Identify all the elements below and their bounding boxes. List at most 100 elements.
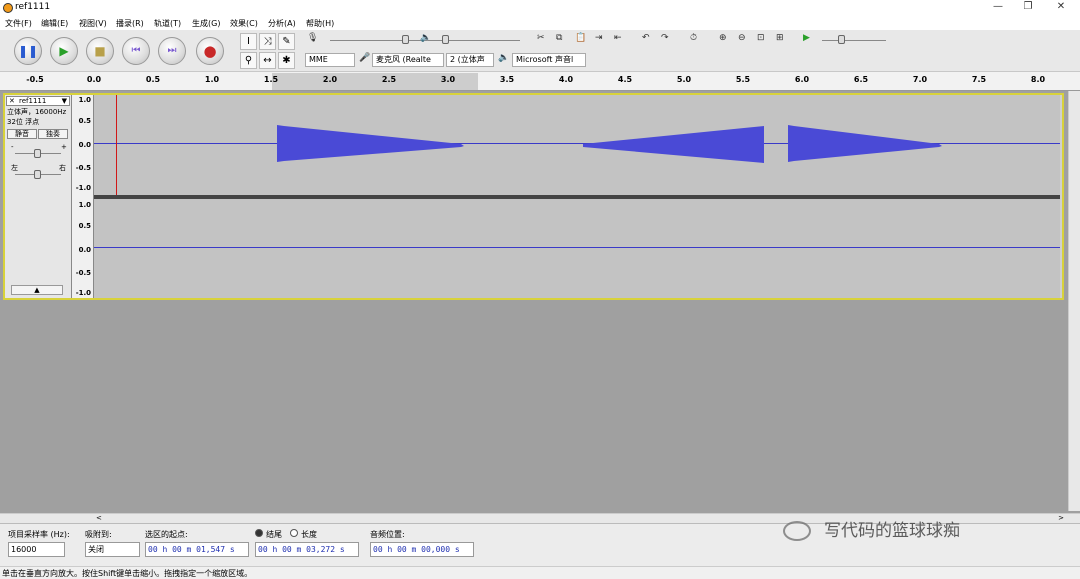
scroll-left-icon[interactable]: < [96,514,102,522]
scroll-right-icon[interactable]: > [1058,514,1064,522]
selection-tool[interactable]: I [240,33,257,50]
skip-start-icon: ⏮ [131,45,141,56]
ruler-tick: 3.5 [499,75,515,84]
vscale-tick: 0.0 [78,141,91,149]
snap-to-label: 吸附到: [85,530,112,539]
ruler-tick: 1.5 [263,75,279,84]
timeline-ruler[interactable]: -0.5 0.0 0.5 1.0 1.5 2.0 2.5 3.0 3.5 4.0… [0,72,1080,91]
menu-file[interactable]: 文件(F) [5,18,32,29]
menu-tracks[interactable]: 轨道(T) [154,18,181,29]
selection-start-field[interactable]: 00 h 00 m 01,547 s [145,542,249,557]
undo-icon[interactable]: ↶ [642,33,650,43]
vertical-scale[interactable]: 1.0 0.5 0.0 -0.5 -1.0 1.0 0.5 0.0 -0.5 -… [72,95,94,298]
playback-device-select[interactable]: Microsoft 声音l [512,53,586,67]
zoom-in-icon[interactable]: ⊕ [719,33,727,43]
project-rate-select[interactable]: 16000 [8,542,65,557]
zoom-out-icon[interactable]: ⊖ [738,33,746,43]
pause-button[interactable]: ❚❚ [14,37,42,65]
stop-button[interactable]: ■ [86,37,114,65]
silence-icon[interactable]: ⇤ [614,33,622,43]
vertical-scrollbar[interactable] [1068,91,1080,511]
draw-tool[interactable]: ✎ [278,33,295,50]
selection-start-label: 选区的起点: [145,530,188,539]
vscale-tick: -0.5 [75,164,91,172]
fit-selection-icon[interactable]: ⊡ [757,33,765,43]
ruler-tick: 6.5 [853,75,869,84]
selection-end-field[interactable]: 00 h 00 m 03,272 s [255,542,359,557]
watermark-text: 写代码的篮球球痴 [824,521,960,541]
ruler-tick: 0.5 [145,75,161,84]
speaker-meter-icon: 🔈 [420,33,432,43]
menu-transport[interactable]: 播录(R) [116,18,144,29]
menu-bar: 文件(F) 编辑(E) 视图(V) 播录(R) 轨道(T) 生成(G) 效果(C… [0,15,1080,30]
pan-knob[interactable] [34,170,41,179]
sync-lock-icon[interactable]: ⏱ [690,33,697,43]
zero-line [94,247,1060,248]
skip-to-end-button[interactable]: ⏭ [158,37,186,65]
track-close-icon[interactable]: ✕ [9,97,15,105]
mute-button[interactable]: 静音 [7,129,37,139]
paste-icon[interactable]: 📋 [575,33,586,43]
waveform-clip [583,126,764,163]
menu-generate[interactable]: 生成(G) [192,18,220,29]
track-sample-format: 32位 浮点 [7,118,40,126]
left-waveform [277,125,942,163]
pan-right-label: 右 [59,164,66,172]
copy-icon[interactable]: ⧉ [556,33,562,43]
ruler-tick: 7.5 [971,75,987,84]
fit-project-icon[interactable]: ⊞ [776,33,784,43]
recording-device-select[interactable]: 麦克风 (Realte [372,53,444,67]
ruler-tick: 4.0 [558,75,574,84]
cut-icon[interactable]: ✂ [537,33,545,43]
collapse-track-button[interactable]: ▲ [11,285,63,295]
speaker-icon: 🔈 [498,53,510,63]
menu-effect[interactable]: 效果(C) [230,18,258,29]
length-radio[interactable] [290,529,298,537]
vscale-tick: 0.5 [78,222,91,230]
track-name-menu[interactable]: ✕ ref1111 ▼ [6,96,70,106]
minimize-button[interactable]: — [990,1,1006,12]
maximize-button[interactable]: ❐ [1020,1,1036,12]
audio-position-field[interactable]: 00 h 00 m 00,000 s [370,542,474,557]
multi-tool[interactable]: ✱ [278,52,295,69]
timeshift-tool[interactable]: ↔ [259,52,276,69]
menu-analyze[interactable]: 分析(A) [268,18,296,29]
playhead-cursor [116,95,117,195]
play-speed-knob[interactable] [838,35,845,44]
snap-to-select[interactable]: 关闭 [85,542,140,557]
envelope-tool[interactable]: ⤨ [259,33,276,50]
menu-edit[interactable]: 编辑(E) [41,18,68,29]
end-radio[interactable] [255,529,263,537]
microphone-icon: 🎤 [359,53,371,63]
menu-view[interactable]: 视图(V) [79,18,107,29]
gain-knob[interactable] [34,149,41,158]
left-channel[interactable] [94,95,1060,195]
tracks-area[interactable]: ✕ ref1111 ▼ 立体声，16000Hz 32位 浮点 静音 独奏 - +… [0,91,1080,513]
gain-minus-label: - [11,143,14,151]
ruler-tick: 0.0 [86,75,102,84]
play-volume-knob[interactable] [442,35,449,44]
record-volume-knob[interactable] [402,35,409,44]
vscale-tick: 0.0 [78,246,91,254]
close-button[interactable]: ✕ [1053,1,1069,12]
ruler-tick: 7.0 [912,75,928,84]
ruler-tick: 1.0 [204,75,220,84]
zoom-tool[interactable]: ⚲ [240,52,257,69]
vscale-tick: -0.5 [75,269,91,277]
record-button[interactable]: ● [196,37,224,65]
audio-track[interactable]: ✕ ref1111 ▼ 立体声，16000Hz 32位 浮点 静音 独奏 - +… [3,93,1064,300]
menu-help[interactable]: 帮助(H) [306,18,334,29]
skip-to-start-button[interactable]: ⏮ [122,37,150,65]
play-speed-slider[interactable] [822,40,886,41]
trim-icon[interactable]: ⇥ [595,33,603,43]
track-menu-arrow-icon[interactable]: ▼ [62,97,67,105]
channels-select[interactable]: 2 (立体声 [446,53,494,67]
window-title: ref1111 [15,2,51,12]
audio-host-select[interactable]: MME [305,53,355,67]
redo-icon[interactable]: ↷ [661,33,669,43]
solo-button[interactable]: 独奏 [38,129,68,139]
right-channel[interactable] [94,199,1060,298]
play-button[interactable]: ▶ [50,37,78,65]
play-at-speed-icon[interactable]: ▶ [803,33,810,43]
record-icon: ● [203,42,217,60]
